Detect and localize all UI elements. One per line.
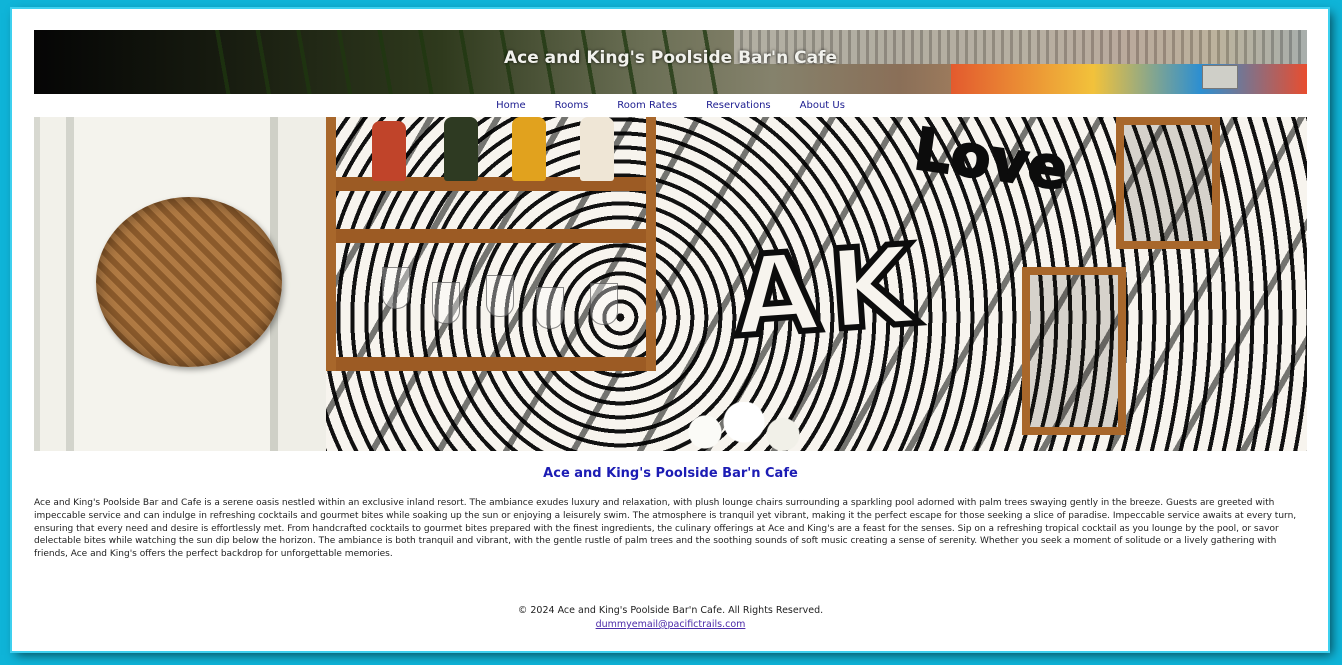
site-title: Ace and King's Poolside Bar'n Cafe: [504, 48, 837, 68]
wine-glass-decoration: [590, 283, 618, 325]
wooden-crate: [1116, 117, 1220, 249]
wooden-crate: [1022, 267, 1126, 435]
content-paragraph: Ace and King's Poolside Bar and Cafe is …: [34, 498, 1297, 560]
bottle-decoration: [372, 121, 406, 181]
main-nav: Home Rooms Room Rates Reservations About…: [34, 98, 1307, 114]
shelf-board: [336, 229, 646, 243]
page-container: Ace and King's Poolside Bar'n Cafe Home …: [12, 9, 1328, 651]
page-footer: © 2024 Ace and King's Poolside Bar'n Caf…: [34, 604, 1307, 632]
wine-glass-decoration: [486, 275, 514, 317]
header-banner: Ace and King's Poolside Bar'n Cafe: [34, 30, 1307, 94]
nav-link-home[interactable]: Home: [496, 98, 526, 114]
bottle-decoration: [580, 117, 614, 181]
hero-image: AK Love: [34, 117, 1307, 451]
wine-glass-decoration: [432, 282, 460, 324]
wine-glass-decoration: [536, 287, 564, 329]
aircon-unit-decoration: [1202, 65, 1238, 89]
nav-link-reservations[interactable]: Reservations: [706, 98, 771, 114]
bottle-decoration: [444, 117, 478, 181]
copyright-text: © 2024 Ace and King's Poolside Bar'n Caf…: [517, 605, 824, 616]
content-heading: Ace and King's Poolside Bar'n Cafe: [543, 466, 798, 481]
footer-email-link[interactable]: dummyemail@pacifictrails.com: [596, 619, 746, 630]
bottle-decoration: [512, 117, 546, 181]
wine-glass-decoration: [382, 267, 410, 309]
woven-basket-decoration: [96, 197, 282, 367]
nav-link-about-us[interactable]: About Us: [800, 98, 845, 114]
shelf-board: [336, 357, 646, 371]
mural-ak-lettering: AK: [727, 218, 932, 365]
flowers-decoration: [679, 402, 809, 451]
nav-link-rooms[interactable]: Rooms: [555, 98, 589, 114]
mural-wall-decoration: [950, 64, 1307, 94]
nav-link-room-rates[interactable]: Room Rates: [617, 98, 677, 114]
